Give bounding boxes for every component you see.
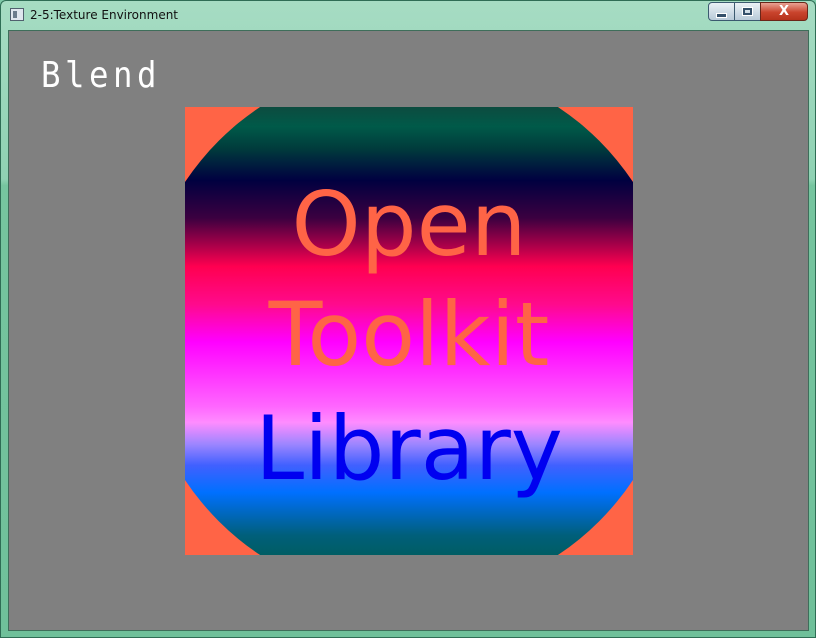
gl-viewport[interactable]: Blend Open Toolkit Library [8, 30, 809, 631]
close-button[interactable]: X [760, 2, 808, 21]
maximize-icon [742, 7, 753, 16]
texture-text-toolkit: Toolkit [268, 283, 550, 386]
maximize-button[interactable] [734, 2, 761, 21]
minimize-icon [716, 12, 727, 18]
blend-mode-label: Blend [41, 55, 162, 96]
texture-text-library: Library [255, 397, 563, 500]
app-window: 2-5:Texture Environment X Blend Open Too… [0, 0, 816, 638]
textured-quad: Open Toolkit Library [185, 107, 633, 555]
close-icon: X [778, 4, 790, 19]
title-bar[interactable]: 2-5:Texture Environment X [1, 1, 815, 29]
minimize-button[interactable] [708, 2, 735, 21]
app-icon[interactable] [10, 8, 24, 21]
texture-text-open: Open [291, 173, 527, 276]
window-title: 2-5:Texture Environment [30, 8, 179, 22]
